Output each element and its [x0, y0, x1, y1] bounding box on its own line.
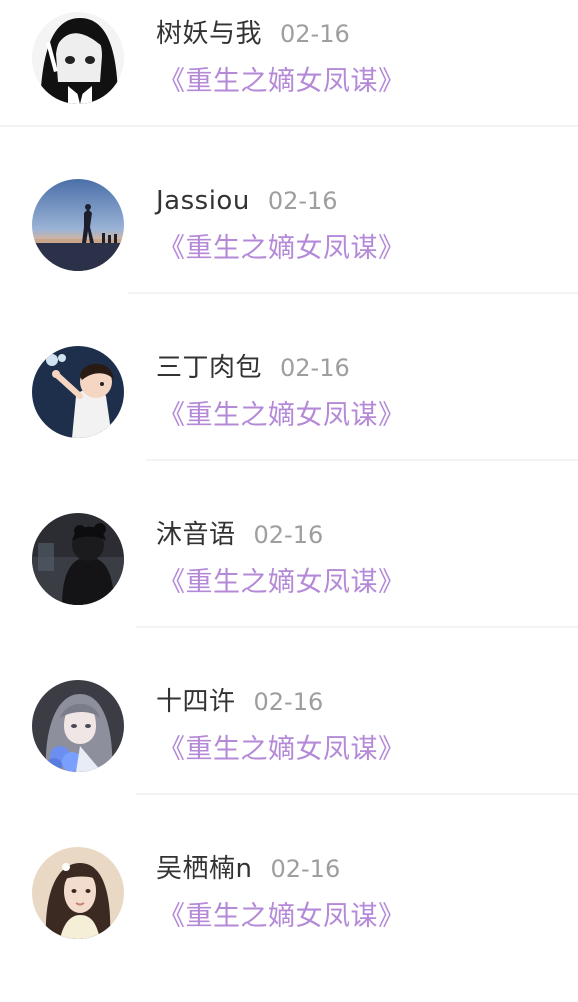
- post-date: 02-16: [280, 20, 350, 48]
- divider: [146, 459, 578, 461]
- user-name[interactable]: Jassiou: [156, 186, 250, 216]
- cartoon-boy-avatar: [32, 346, 124, 438]
- dark-portrait-avatar: [32, 513, 124, 605]
- user-name[interactable]: 吴栖楠n: [156, 854, 252, 884]
- comment-list: 树妖与我 02-16 《重生之嫡女凤谋》 Jassiou 02-16 《重生之嫡…: [0, 0, 578, 961]
- name-date-row: 十四许 02-16: [156, 684, 323, 720]
- beach-sunset-avatar: [32, 179, 124, 271]
- book-title-link[interactable]: 《重生之嫡女凤谋》: [158, 564, 406, 602]
- user-avatar[interactable]: [32, 513, 124, 605]
- post-date: 02-16: [270, 855, 341, 883]
- name-date-row: Jassiou 02-16: [156, 183, 338, 219]
- user-name[interactable]: 树妖与我: [156, 19, 262, 49]
- comment-item[interactable]: Jassiou 02-16 《重生之嫡女凤谋》: [0, 167, 578, 334]
- user-name[interactable]: 三丁肉包: [156, 353, 262, 383]
- user-avatar[interactable]: [32, 680, 124, 772]
- manga-girl-avatar: [32, 12, 124, 104]
- divider: [0, 125, 578, 127]
- name-date-row: 三丁肉包 02-16: [156, 350, 350, 386]
- comment-item[interactable]: 沐音语 02-16 《重生之嫡女凤谋》: [0, 501, 578, 668]
- post-date: 02-16: [280, 354, 350, 382]
- book-title-link[interactable]: 《重生之嫡女凤谋》: [158, 63, 406, 101]
- book-title-link[interactable]: 《重生之嫡女凤谋》: [158, 397, 406, 435]
- name-date-row: 吴栖楠n 02-16: [156, 851, 340, 887]
- divider: [128, 292, 578, 294]
- divider: [136, 626, 578, 628]
- anime-girl-avatar: [32, 680, 124, 772]
- book-title-link[interactable]: 《重生之嫡女凤谋》: [158, 898, 406, 936]
- divider: [136, 793, 578, 795]
- comment-item[interactable]: 吴栖楠n 02-16 《重生之嫡女凤谋》: [0, 835, 578, 1002]
- post-date: 02-16: [267, 187, 338, 215]
- user-avatar[interactable]: [32, 346, 124, 438]
- user-avatar[interactable]: [32, 179, 124, 271]
- photo-girl-avatar: [32, 847, 124, 939]
- user-name[interactable]: 十四许: [156, 687, 236, 717]
- user-name[interactable]: 沐音语: [156, 520, 236, 550]
- comment-item[interactable]: 十四许 02-16 《重生之嫡女凤谋》: [0, 668, 578, 835]
- post-date: 02-16: [253, 521, 324, 549]
- comment-item[interactable]: 三丁肉包 02-16 《重生之嫡女凤谋》: [0, 334, 578, 501]
- name-date-row: 沐音语 02-16: [156, 517, 323, 553]
- comment-item[interactable]: 树妖与我 02-16 《重生之嫡女凤谋》: [0, 0, 578, 167]
- name-date-row: 树妖与我 02-16: [156, 16, 350, 52]
- book-title-link[interactable]: 《重生之嫡女凤谋》: [158, 731, 406, 769]
- post-date: 02-16: [253, 688, 324, 716]
- book-title-link[interactable]: 《重生之嫡女凤谋》: [158, 230, 406, 268]
- user-avatar[interactable]: [32, 12, 124, 104]
- user-avatar[interactable]: [32, 847, 124, 939]
